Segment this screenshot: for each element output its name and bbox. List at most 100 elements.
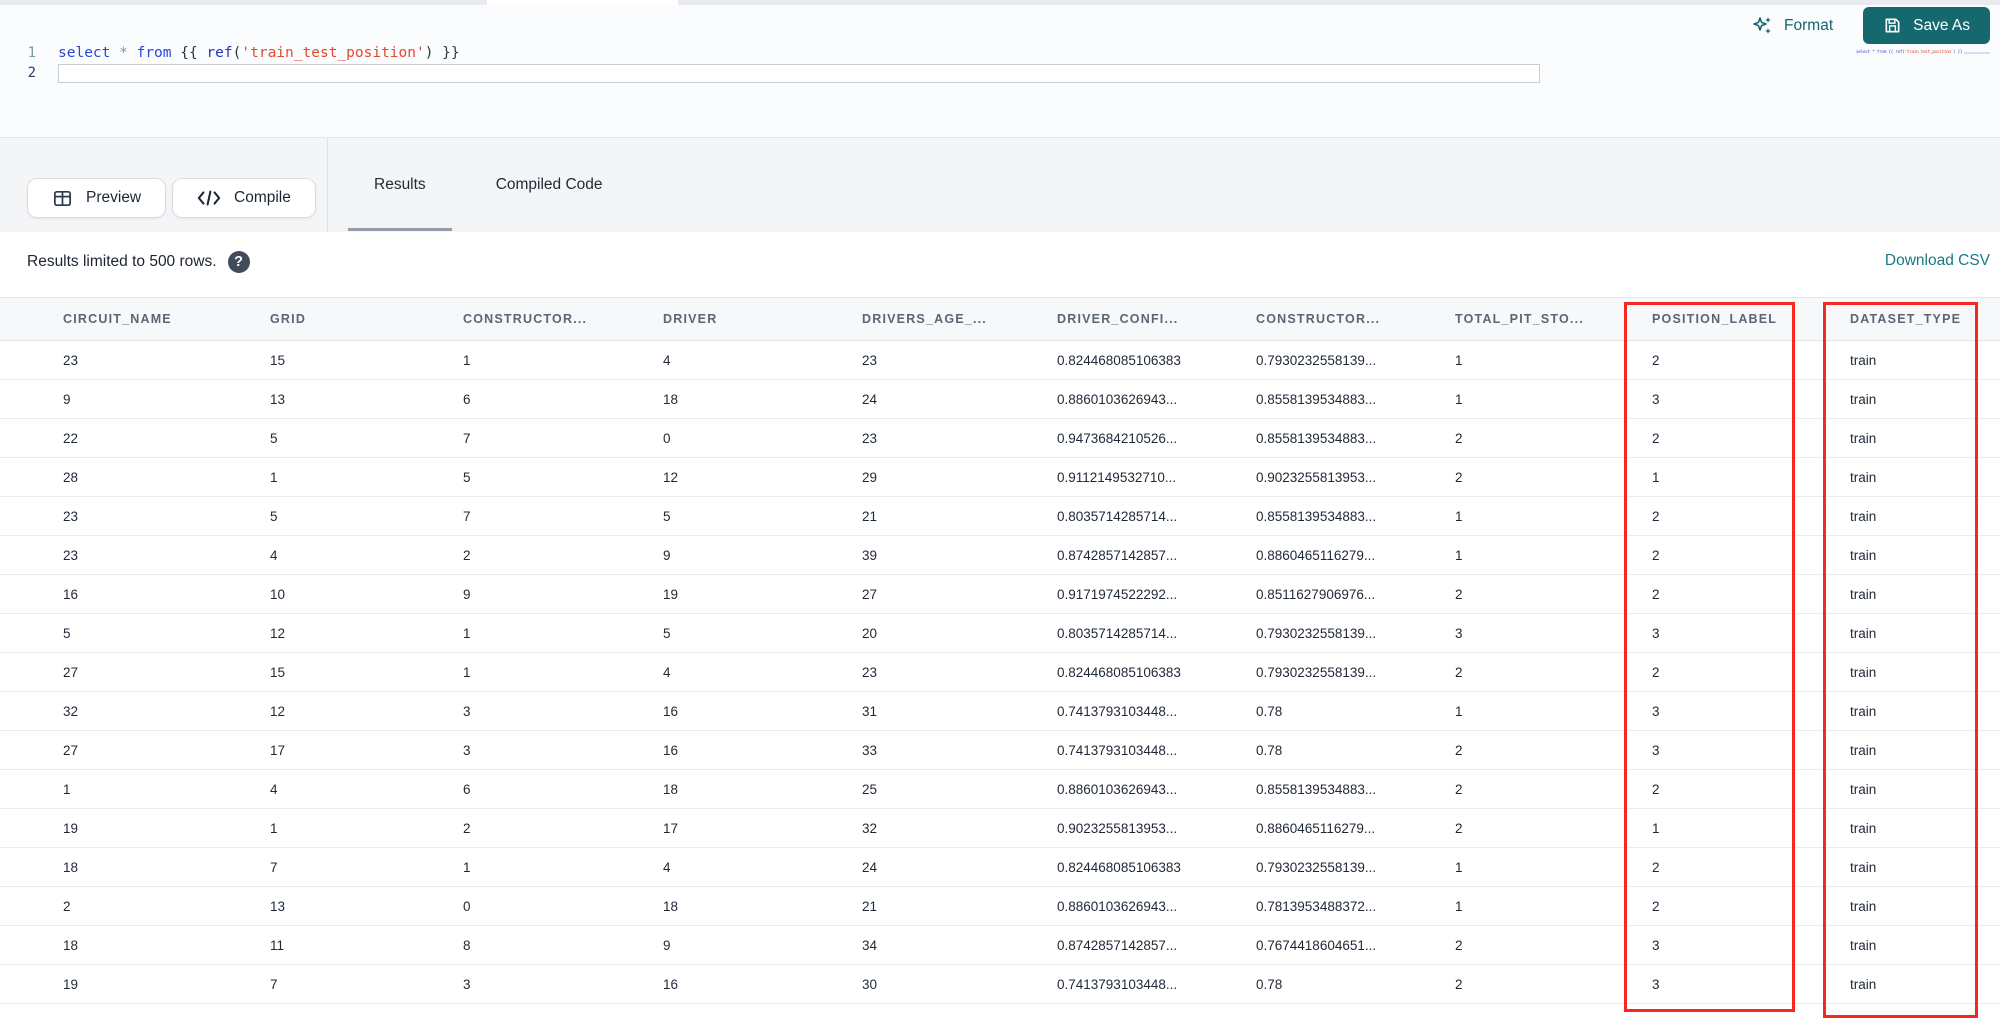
table-cell: train	[1850, 574, 2000, 614]
preview-button[interactable]: Preview	[27, 178, 167, 218]
minimap-underline	[1964, 52, 1990, 54]
table-cell: 1	[1455, 496, 1652, 536]
column-header: CONSTRUCTOR...	[1256, 297, 1455, 341]
table-cell: 20	[862, 613, 1057, 653]
tab-results[interactable]: Results	[348, 138, 452, 232]
table-cell: 0.9473684210526...	[1057, 418, 1256, 458]
results-tabs: Results Compiled Code	[348, 138, 629, 232]
table-cell: 0.8035714285714...	[1057, 613, 1256, 653]
table-cell: train	[1850, 964, 2000, 1004]
table-cell: 2	[1455, 808, 1652, 848]
table-cell: train	[1850, 418, 2000, 458]
table-cell: 1	[1652, 457, 1850, 497]
save-as-button[interactable]: Save As	[1863, 7, 1990, 44]
table-row: 27 15 1 4 23 0.824468085106383 0.7930232558139…	[0, 652, 2000, 692]
table-cell: 0.78	[1256, 964, 1455, 1004]
download-csv-link[interactable]: Download CSV	[1885, 252, 1990, 270]
table-cell: 11	[270, 925, 463, 965]
table-cell: 0.7930232558139...	[1256, 652, 1455, 692]
tab-compiled-code[interactable]: Compiled Code	[470, 138, 629, 232]
table-header-row: CIRCUIT_NAME GRID CONSTRUCTOR... DRIVER DRIV…	[0, 297, 2000, 341]
table-cell: 4	[270, 769, 463, 809]
sql-editor-pane[interactable]: Format Save As 1 select * from {{ ref('t…	[0, 5, 2000, 137]
table-cell: 3	[1652, 925, 1850, 965]
save-icon	[1883, 16, 1902, 35]
table-cell: 2	[0, 886, 270, 926]
table-cell: 10	[270, 574, 463, 614]
table-cell: 9	[663, 925, 862, 965]
table-cell: 0.8860465116279...	[1256, 808, 1455, 848]
table-cell: 17	[270, 730, 463, 770]
table-cell: 3	[1455, 613, 1652, 653]
code-line-2[interactable]: 2	[0, 63, 2000, 83]
table-cell: 23	[862, 418, 1057, 458]
table-cell: 32	[0, 691, 270, 731]
table-cell: 15	[270, 340, 463, 380]
table-row: 18 11 8 9 34 0.8742857142857... 0.767441860465…	[0, 925, 2000, 965]
table-cell: 2	[1652, 535, 1850, 575]
table-cell: 25	[862, 769, 1057, 809]
table-cell: 7	[463, 496, 663, 536]
table-row: 19 1 2 17 32 0.9023255813953... 0.886046511627…	[0, 808, 2000, 848]
table-row: 32 12 3 16 31 0.7413793103448... 0.78 1 3 train	[0, 691, 2000, 731]
table-cell: 34	[862, 925, 1057, 965]
help-icon[interactable]: ?	[227, 251, 250, 273]
table-cell: 1	[1455, 847, 1652, 887]
format-button[interactable]: Format	[1752, 15, 1833, 37]
table-cell: 3	[463, 730, 663, 770]
table-cell: 12	[270, 691, 463, 731]
table-cell: 5	[270, 496, 463, 536]
table-cell: 27	[0, 652, 270, 692]
table-cell: 0.8558139534883...	[1256, 496, 1455, 536]
table-cell: 19	[0, 808, 270, 848]
table-cell: 2	[1455, 457, 1652, 497]
table-grid-icon	[52, 188, 73, 209]
table-cell: 2	[1455, 925, 1652, 965]
table-cell: 19	[663, 574, 862, 614]
table-cell: 29	[862, 457, 1057, 497]
table-cell: 0.8860103626943...	[1057, 769, 1256, 809]
table-cell: 24	[862, 847, 1057, 887]
table-cell: 23	[0, 535, 270, 575]
table-row: 9 13 6 18 24 0.8860103626943... 0.855813953488…	[0, 379, 2000, 419]
table-cell: 32	[862, 808, 1057, 848]
compile-button[interactable]: Compile	[172, 178, 316, 218]
table-cell: 2	[1652, 847, 1850, 887]
table-cell: 5	[0, 613, 270, 653]
save-as-button-label: Save As	[1913, 16, 1970, 34]
table-cell: 0.7413793103448...	[1057, 730, 1256, 770]
table-cell: 2	[463, 808, 663, 848]
table-cell: 3	[1652, 691, 1850, 731]
table-cell: 23	[862, 652, 1057, 692]
table-cell: 2	[1455, 418, 1652, 458]
format-button-label: Format	[1784, 16, 1834, 34]
code-line-1[interactable]: 1 select * from {{ ref('train_test_posit…	[0, 43, 2000, 63]
table-cell: 1	[0, 769, 270, 809]
active-line-cursor-box[interactable]	[58, 63, 1540, 83]
table-row: 23 15 1 4 23 0.824468085106383 0.7930232558139…	[0, 340, 2000, 380]
table-cell: 1	[270, 457, 463, 497]
table-cell: 0.7930232558139...	[1256, 847, 1455, 887]
table-cell: 13	[270, 886, 463, 926]
table-cell: 18	[663, 886, 862, 926]
table-cell: train	[1850, 535, 2000, 575]
table-cell: 18	[663, 379, 862, 419]
table-cell: 7	[463, 418, 663, 458]
table-cell: 30	[862, 964, 1057, 1004]
table-row: 19 7 3 16 30 0.7413793103448... 0.78 2 3 train	[0, 964, 2000, 1004]
table-row: 5 12 1 5 20 0.8035714285714... 0.7930232558139…	[0, 613, 2000, 653]
table-cell: train	[1850, 652, 2000, 692]
table-cell: 1	[463, 613, 663, 653]
table-row: 1 4 6 18 25 0.8860103626943... 0.8558139534883…	[0, 769, 2000, 809]
code-line-1-text: select * from {{ ref('train_test_positio…	[58, 45, 460, 61]
table-cell: 27	[0, 730, 270, 770]
table-cell: 3	[463, 691, 663, 731]
table-cell: 28	[0, 457, 270, 497]
code-area[interactable]: 1 select * from {{ ref('train_test_posit…	[0, 43, 2000, 83]
table-row: 22 5 7 0 23 0.9473684210526... 0.8558139534883…	[0, 418, 2000, 458]
table-cell: 16	[663, 691, 862, 731]
table-cell: train	[1850, 730, 2000, 770]
table-cell: 5	[463, 457, 663, 497]
table-cell: 0.9112149532710...	[1057, 457, 1256, 497]
table-row: 27 17 3 16 33 0.7413793103448... 0.78 2 3 train	[0, 730, 2000, 770]
